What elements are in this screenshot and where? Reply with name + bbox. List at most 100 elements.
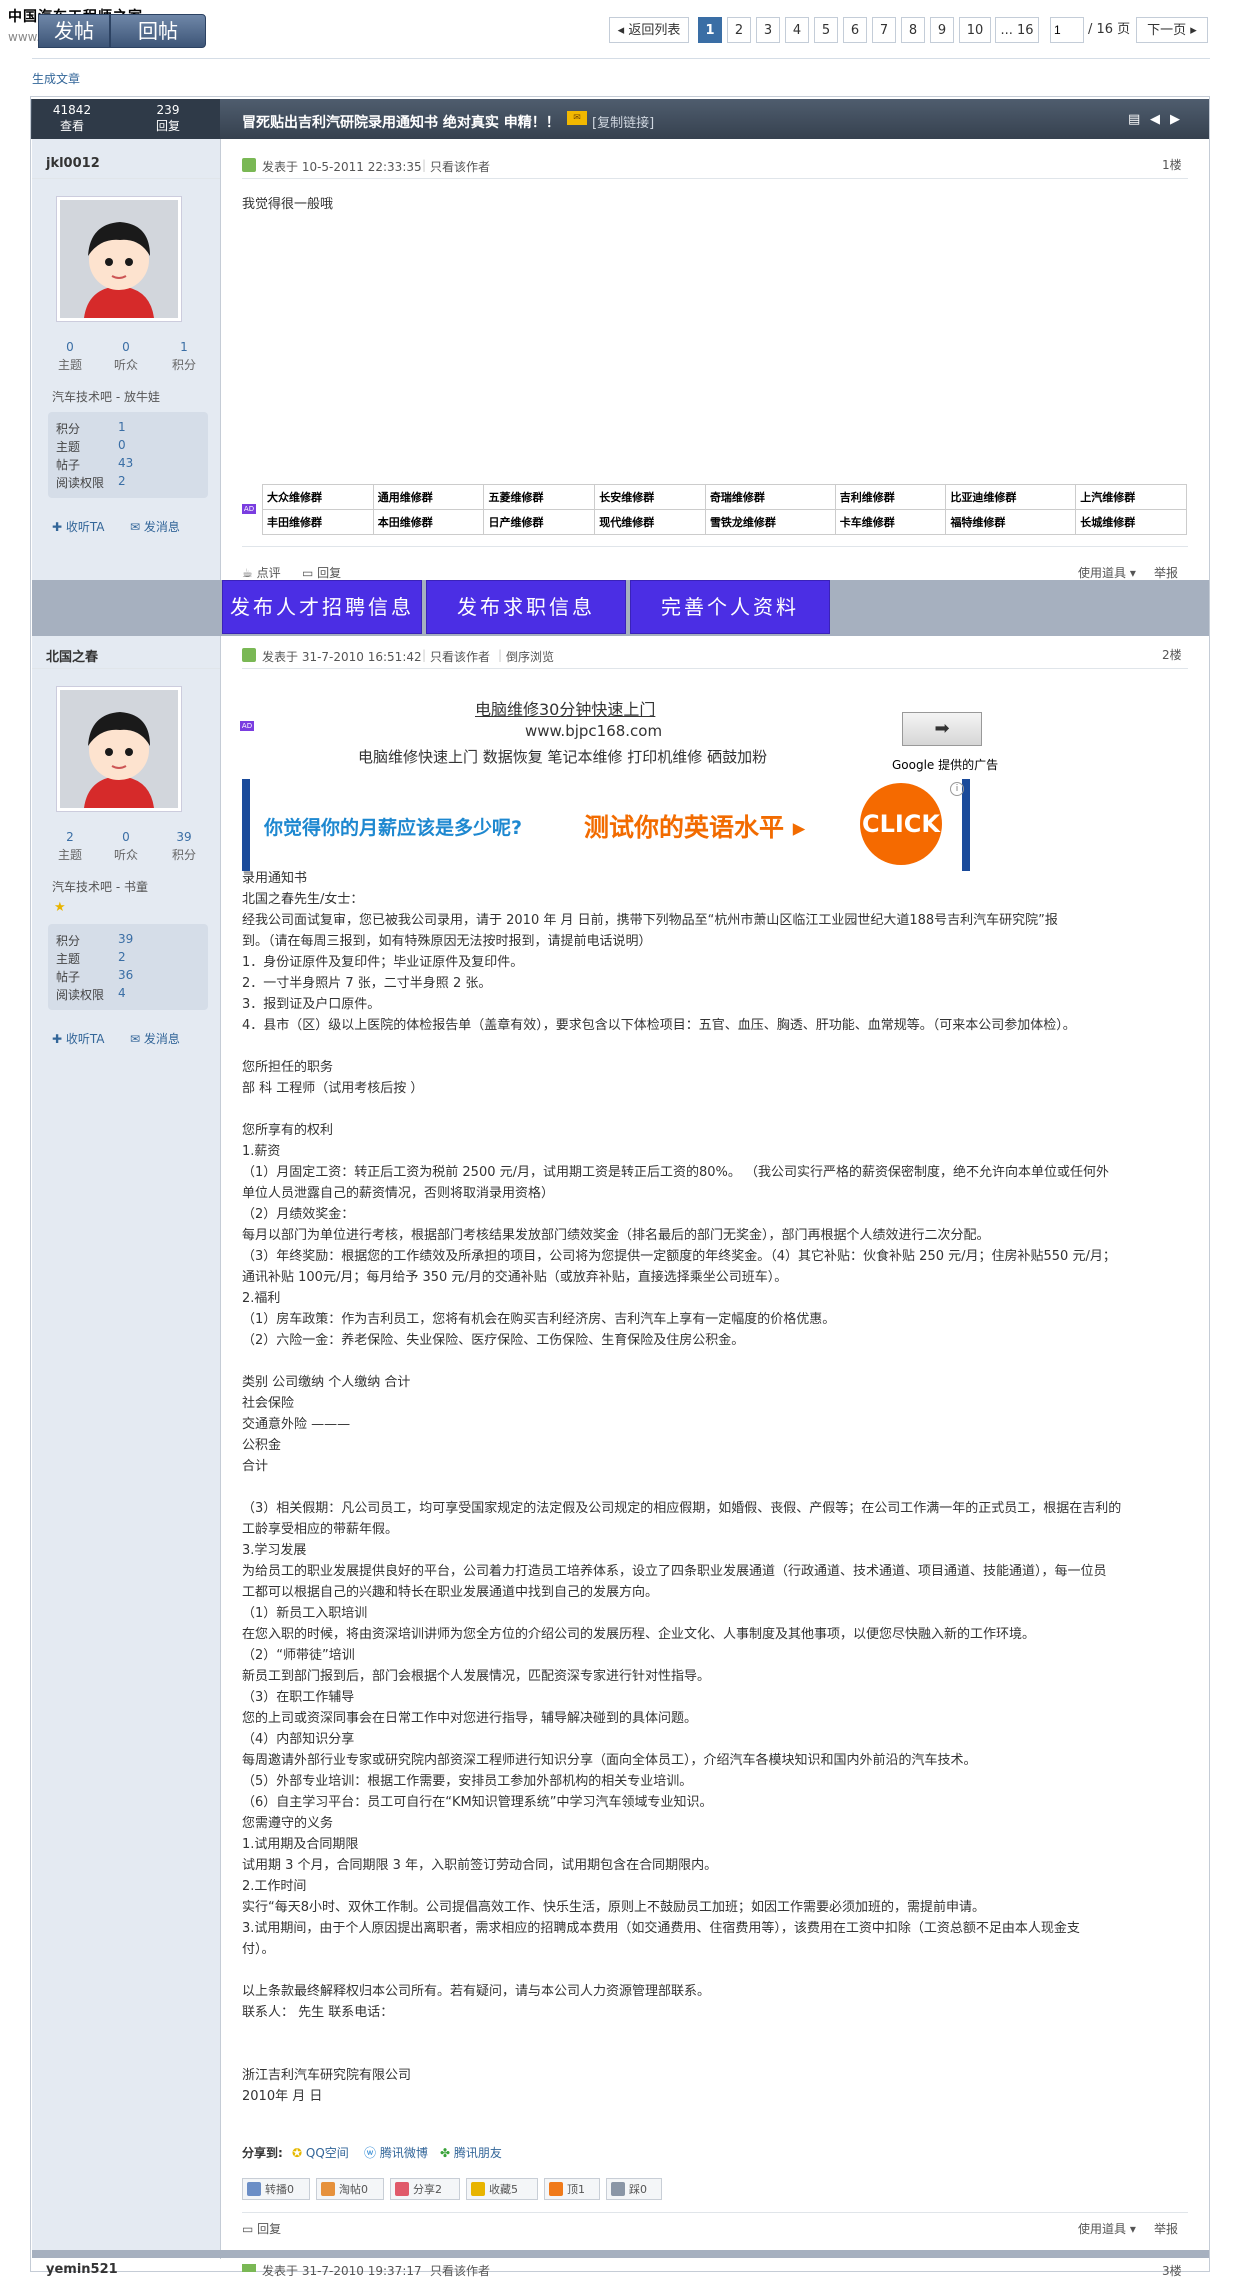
stat-key: 积分 <box>56 422 81 436</box>
print-icon[interactable]: ▤ <box>1128 112 1140 127</box>
post1-report-link[interactable]: 举报 <box>1154 564 1178 581</box>
letter-line: 社会保险 <box>242 1396 295 1411</box>
post1-reply-button[interactable]: ▭ 回复 <box>302 564 341 581</box>
post2-reverse-order-link[interactable]: 倒序浏览 <box>506 648 554 665</box>
repair-group-link[interactable]: 雪铁龙维修群 <box>704 509 836 535</box>
count-label: 听众 <box>113 848 138 862</box>
repair-group-link[interactable]: 五菱维修群 <box>483 484 596 510</box>
post2-credits-count[interactable]: 39 积分 <box>154 828 214 864</box>
page-link-9[interactable]: 9 <box>930 17 954 43</box>
reply-button[interactable]: 回帖 <box>110 14 206 48</box>
share-tencent-pengyou[interactable]: ✤ 腾讯朋友 <box>440 2144 502 2161</box>
letter-line <box>242 2023 1121 2044</box>
post1-topics-count[interactable]: 0 主题 <box>40 338 100 374</box>
share-count-button[interactable]: 分享2 <box>390 2178 460 2200</box>
page-jump-input[interactable] <box>1050 17 1084 43</box>
post2-message-button[interactable]: ✉ 发消息 <box>130 1030 180 1047</box>
post2-avatar[interactable] <box>56 686 182 812</box>
back-to-list-button[interactable]: ◂ 返回列表 <box>609 17 689 43</box>
downvote-button[interactable]: 踩0 <box>606 2178 662 2200</box>
repair-group-link[interactable]: 长安维修群 <box>594 484 706 510</box>
repair-group-link[interactable]: 通用维修群 <box>372 484 485 510</box>
generate-article-link[interactable]: 生成文章 <box>32 70 80 87</box>
post2-follow-button[interactable]: ✚ 收听TA <box>52 1030 105 1047</box>
stat-row: 帖子 43 <box>56 456 133 473</box>
post1-floor[interactable]: 1楼 <box>1162 156 1182 173</box>
repair-group-link[interactable]: 大众维修群 <box>262 484 374 510</box>
share-qzone[interactable]: ✪ QQ空间 <box>292 2144 349 2161</box>
post2-topics-count[interactable]: 2 主题 <box>40 828 100 864</box>
page-link-1[interactable]: 1 <box>698 17 722 43</box>
stat-key: 积分 <box>56 934 81 948</box>
share-count-label: 分享2 <box>413 2183 442 2196</box>
copy-link-icon[interactable]: ✉ <box>567 111 587 125</box>
next-page-button[interactable]: 下一页 ▸ <box>1136 17 1208 43</box>
new-post-button[interactable]: 发帖 <box>38 14 110 48</box>
replies-label: 回复 <box>155 119 180 133</box>
prev-thread-icon[interactable]: ◀ <box>1150 112 1160 127</box>
letter-line: 1.薪资 <box>242 1144 281 1159</box>
post1-follow-button[interactable]: ✚ 收听TA <box>52 518 105 535</box>
ad-go-button[interactable]: ➡ <box>902 712 982 746</box>
page-link-6[interactable]: 6 <box>843 17 867 43</box>
page-link-5[interactable]: 5 <box>814 17 838 43</box>
repair-group-link[interactable]: 福特维修群 <box>945 509 1077 535</box>
post2-tools-menu[interactable]: 使用道具 ▾ <box>1078 2220 1136 2237</box>
post1-credits-count[interactable]: 1 积分 <box>154 338 214 374</box>
post1-user-title: 汽车技术吧 - 放牛娃 <box>52 390 160 404</box>
share-tencent-weibo[interactable]: ⓦ 腾讯微博 <box>364 2144 428 2161</box>
repair-group-link[interactable]: 长城维修群 <box>1075 509 1187 535</box>
post2-report-link[interactable]: 举报 <box>1154 2220 1178 2237</box>
post-job-seeking-button[interactable]: 发布求职信息 <box>426 580 626 634</box>
page-link-16[interactable]: ... 16 <box>995 17 1039 43</box>
post3-author-only-link[interactable]: 只看该作者 <box>430 2262 490 2279</box>
post1-avatar[interactable] <box>56 196 182 322</box>
copy-link[interactable]: [复制链接] <box>592 112 654 131</box>
repair-group-link[interactable]: 丰田维修群 <box>262 509 374 535</box>
repair-group-link[interactable]: 日产维修群 <box>483 509 596 535</box>
repair-group-link[interactable]: 上汽维修群 <box>1075 484 1187 510</box>
replies-count: 239 <box>156 103 180 117</box>
forward-button[interactable]: 转播0 <box>242 2178 310 2200</box>
post3-author-name[interactable]: yemin521 <box>46 2262 118 2277</box>
post2-reply-button[interactable]: ▭ 回复 <box>242 2220 281 2237</box>
ad-url[interactable]: www.bjpc168.com <box>525 722 662 740</box>
repair-group-link[interactable]: 卡车维修群 <box>834 509 947 535</box>
repair-group-link[interactable]: 本田维修群 <box>372 509 485 535</box>
upvote-button[interactable]: 顶1 <box>544 2178 600 2200</box>
next-thread-icon[interactable]: ▶ <box>1170 112 1180 127</box>
repair-group-link[interactable]: 现代维修群 <box>594 509 706 535</box>
page-link-2[interactable]: 2 <box>727 17 751 43</box>
meta-separator: | <box>422 648 427 662</box>
ad-title-link[interactable]: 电脑维修30分钟快速上门 <box>475 696 655 720</box>
complete-profile-button[interactable]: 完善个人资料 <box>630 580 830 634</box>
repair-group-link[interactable]: 比亚迪维修群 <box>945 484 1077 510</box>
post2-author-only-link[interactable]: 只看该作者 <box>430 648 490 665</box>
post-job-ad-button[interactable]: 发布人才招聘信息 <box>222 580 422 634</box>
letter-line: 单位人员泄露自己的薪资情况，否则将取消录用资格） <box>242 1186 555 1201</box>
page-link-7[interactable]: 7 <box>872 17 896 43</box>
page-link-4[interactable]: 4 <box>785 17 809 43</box>
repair-group-link[interactable]: 吉利维修群 <box>834 484 947 510</box>
post1-rate-button[interactable]: ☕ 点评 <box>242 564 281 581</box>
collect-label: 淘帖0 <box>339 2183 368 2196</box>
stat-value: 36 <box>118 968 134 982</box>
repair-group-link[interactable]: 奇瑞维修群 <box>704 484 836 510</box>
post2-author-name[interactable]: 北国之春 <box>46 646 98 665</box>
page-link-3[interactable]: 3 <box>756 17 780 43</box>
page-link-10[interactable]: 10 <box>959 17 991 43</box>
post1-message-button[interactable]: ✉ 发消息 <box>130 518 180 535</box>
post1-author-only-link[interactable]: 只看该作者 <box>430 158 490 175</box>
post1-tools-menu[interactable]: 使用道具 ▾ <box>1078 564 1136 581</box>
post1-posted-time: 发表于 10-5-2011 22:33:35 <box>262 160 422 174</box>
banner-click-button[interactable]: CLICK <box>860 783 942 865</box>
post1-author-name[interactable]: jkl0012 <box>46 156 100 171</box>
post3-floor[interactable]: 3楼 <box>1162 2262 1182 2279</box>
page-link-8[interactable]: 8 <box>901 17 925 43</box>
favorite-button[interactable]: 收藏5 <box>466 2178 538 2200</box>
post1-followers-count[interactable]: 0 听众 <box>96 338 156 374</box>
collect-topic-button[interactable]: 淘帖0 <box>316 2178 384 2200</box>
post2-followers-count[interactable]: 0 听众 <box>96 828 156 864</box>
ad-info-icon[interactable]: i <box>950 782 964 796</box>
post2-floor[interactable]: 2楼 <box>1162 646 1182 663</box>
